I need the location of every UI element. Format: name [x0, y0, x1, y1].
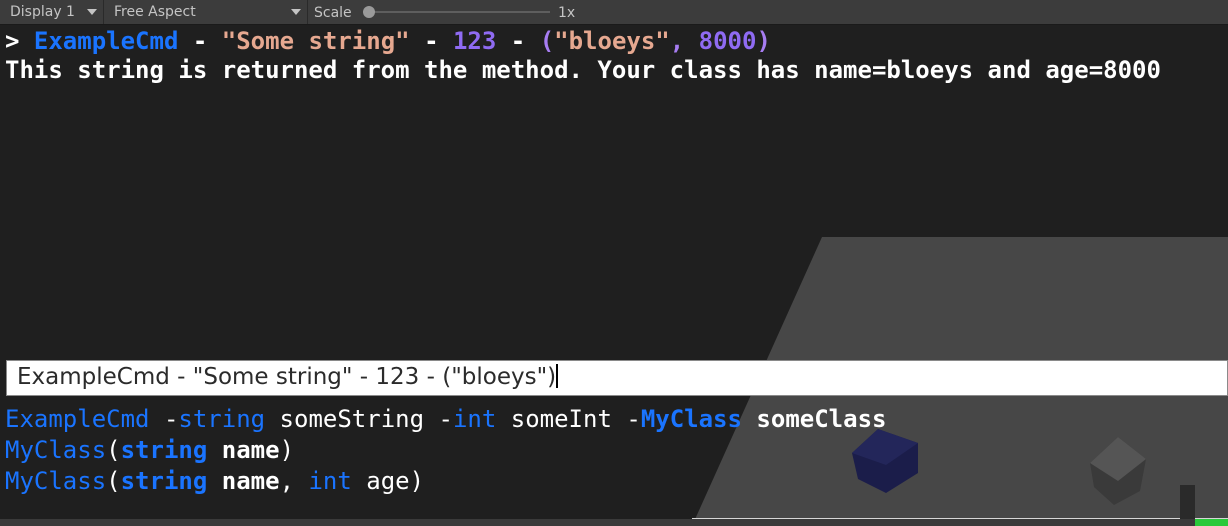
suggestion-token: int — [308, 467, 352, 495]
scale-slider-handle[interactable] — [363, 6, 375, 18]
suggestion-token: - — [149, 405, 179, 433]
suggestion-token: age) — [351, 467, 425, 495]
chevron-down-icon — [87, 9, 97, 15]
suggestion-token: int — [452, 405, 497, 433]
suggestion-token: MyClass — [5, 436, 107, 464]
arg-separator: - — [424, 27, 439, 55]
suggestion-token: name — [207, 436, 280, 464]
suggestion-line-2[interactable]: MyClass(string name) — [5, 436, 294, 464]
arg-separator: - — [510, 27, 526, 55]
suggestion-token: , — [279, 467, 309, 495]
suggestion-token: ( — [106, 436, 121, 464]
chevron-down-icon — [291, 9, 301, 15]
suggestion-token: MyClass — [5, 467, 107, 495]
suggestion-token: ( — [106, 467, 121, 495]
string-argument: "Some string" — [221, 27, 410, 55]
tuple-open: ( — [539, 27, 555, 55]
green-indicator — [1195, 519, 1228, 526]
tuple-close: ) — [756, 27, 771, 55]
command-input-text[interactable]: ExampleCmd - "Some string" - 123 - ("blo… — [17, 364, 559, 390]
suggestion-token: string — [120, 467, 208, 495]
command-input-value: ExampleCmd - "Some string" - 123 - ("blo… — [17, 364, 557, 390]
suggestion-token: ExampleCmd — [5, 405, 150, 433]
suggestion-token: name — [207, 467, 280, 495]
suggestion-token: someInt - — [496, 405, 641, 433]
suggestion-token: string — [178, 405, 266, 433]
command-name: ExampleCmd — [33, 27, 179, 55]
scale-value: 1x — [558, 5, 576, 21]
suggestion-token: MyClass — [640, 405, 742, 433]
suggestion-token: someString - — [265, 405, 453, 433]
executed-command-line: > ExampleCmd - "Some string" - 123 - ("b… — [5, 27, 771, 55]
game-view-toolbar: Display 1 Free Aspect Scale 1x — [0, 0, 1228, 25]
aspect-dropdown[interactable]: Free Aspect — [104, 0, 308, 24]
command-output: This string is returned from the method.… — [5, 56, 1161, 84]
suggestion-token: string — [120, 436, 208, 464]
suggestion-line-1[interactable]: ExampleCmd -string someString -int someI… — [5, 405, 886, 433]
display-dropdown-label: Display 1 — [10, 4, 75, 20]
tuple-age-argument: 8000 — [698, 27, 757, 55]
tuple-comma: , — [669, 27, 685, 55]
suggestion-token: ) — [279, 436, 295, 464]
display-dropdown[interactable]: Display 1 — [0, 0, 104, 24]
command-input[interactable]: ExampleCmd - "Some string" - 123 - ("blo… — [6, 360, 1228, 396]
prompt-symbol: > — [5, 27, 20, 55]
scale-label: Scale — [314, 5, 352, 21]
int-argument: 123 — [452, 27, 497, 55]
text-caret — [556, 364, 559, 388]
tuple-name-argument: "bloeys" — [554, 27, 670, 55]
arg-separator: - — [192, 27, 208, 55]
game-scene: > ExampleCmd - "Some string" - 123 - ("b… — [0, 25, 1228, 526]
aspect-dropdown-label: Free Aspect — [114, 4, 196, 20]
scale-slider-track[interactable] — [364, 11, 550, 13]
suggestion-line-3[interactable]: MyClass(string name, int age) — [5, 467, 424, 495]
bottom-bar — [0, 519, 1228, 526]
suggestion-token: someClass — [741, 405, 887, 433]
